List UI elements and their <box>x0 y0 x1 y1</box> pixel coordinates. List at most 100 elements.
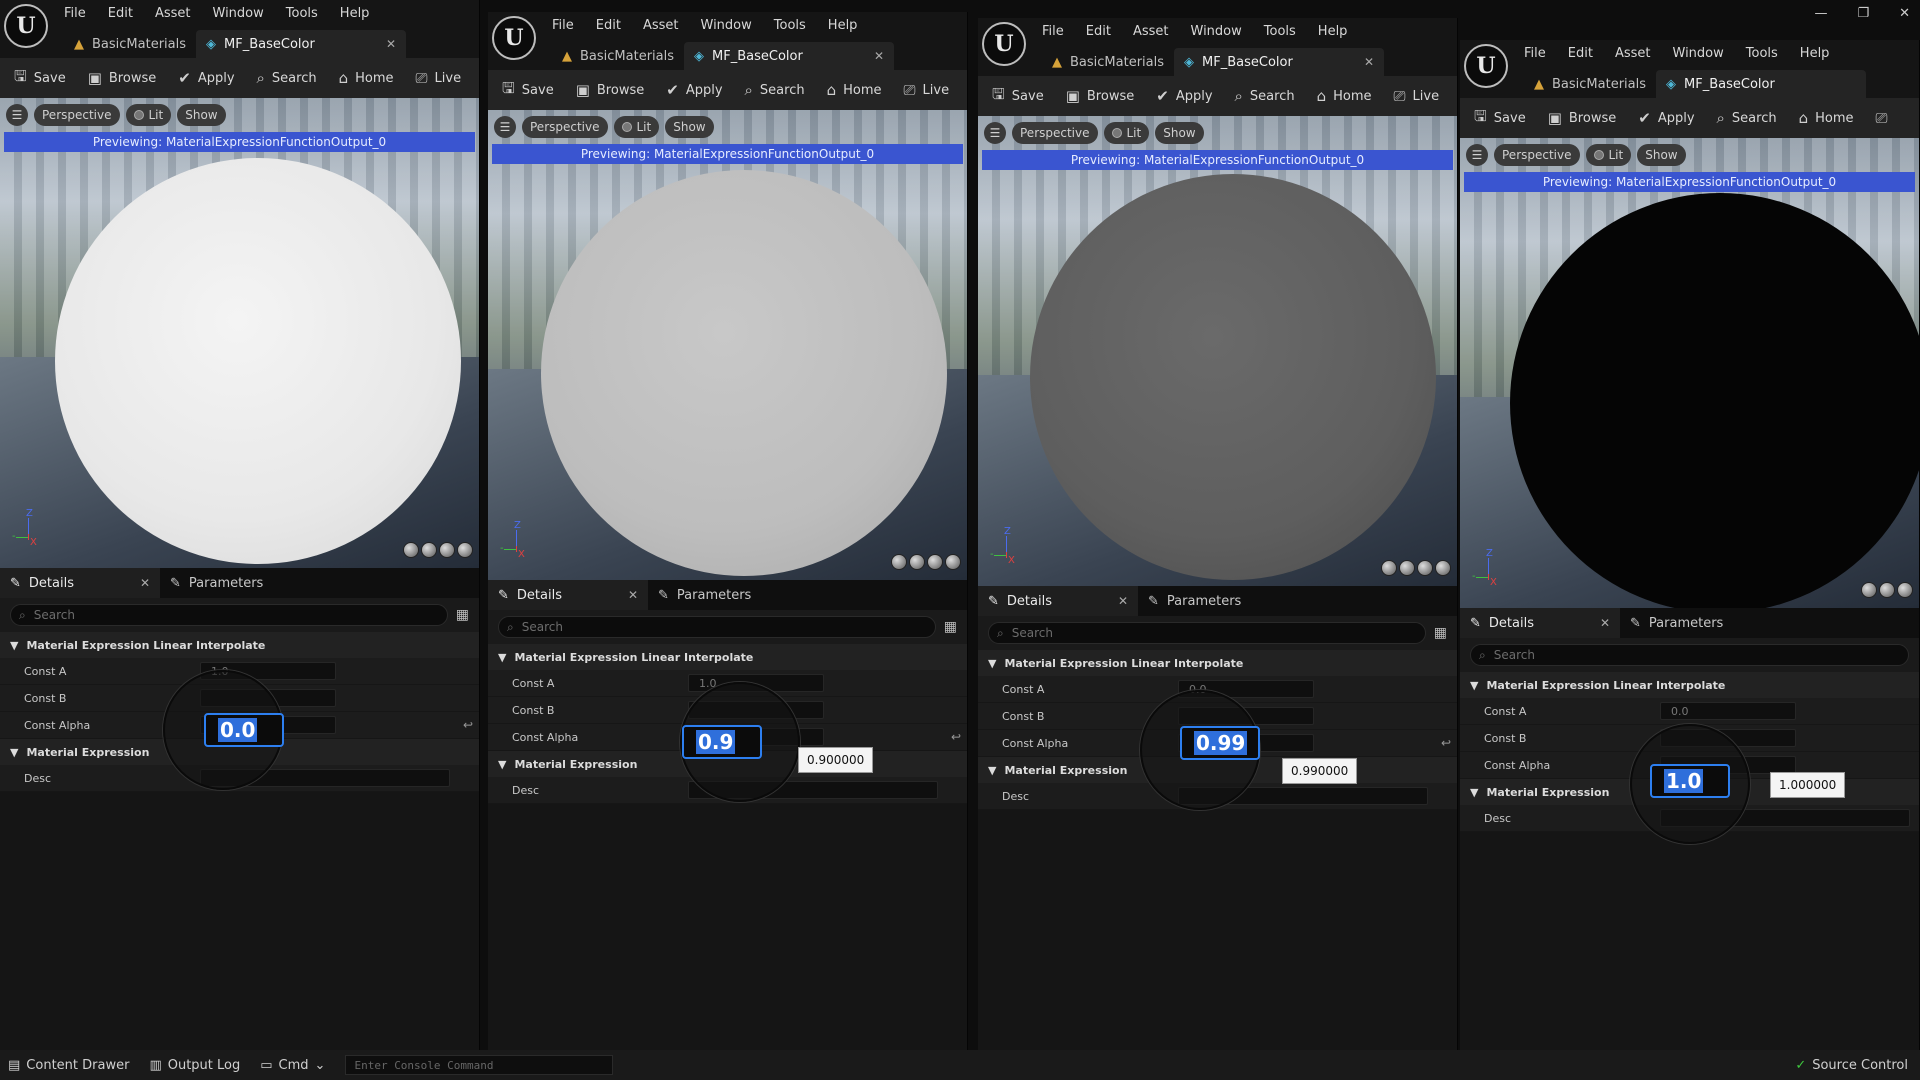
apply-button[interactable]: ✔ Apply <box>178 69 234 87</box>
home-button[interactable]: ⌂ Home <box>339 69 394 87</box>
menu-tools[interactable]: Tools <box>286 6 318 21</box>
search-button[interactable]: ⌕ Search <box>1235 87 1295 105</box>
reset-arrow-icon[interactable]: ↩ <box>1441 736 1451 750</box>
viewport-menu-button[interactable]: ☰ <box>494 116 516 138</box>
category-linear-interpolate[interactable]: ▼ Material Expression Linear Interpolate <box>0 632 479 658</box>
details-search-input[interactable]: ⌕ Search <box>1470 644 1909 666</box>
close-window-icon[interactable]: ✕ <box>1899 6 1910 21</box>
preview-mesh-buttons[interactable] <box>1861 582 1913 598</box>
close-icon[interactable]: ✕ <box>1600 616 1610 630</box>
preview-viewport[interactable]: ☰ Perspective Lit Show Previewing: Mater… <box>488 110 967 580</box>
live-button[interactable]: ⎚ <box>1876 109 1888 127</box>
reset-arrow-icon[interactable]: ↩ <box>951 730 961 744</box>
lit-button[interactable]: Lit <box>125 104 172 126</box>
plane-icon[interactable] <box>439 542 455 558</box>
details-search-input[interactable]: ⌕ Search <box>498 616 936 638</box>
cmd-dropdown[interactable]: ▭ Cmd ⌄ <box>260 1058 325 1073</box>
cube-icon[interactable] <box>457 542 473 558</box>
close-icon[interactable]: ✕ <box>628 588 638 602</box>
browse-button[interactable]: ▣ Browse <box>1548 109 1617 127</box>
preview-viewport[interactable]: ☰ Perspective Lit Show Previewing: Mater… <box>1460 138 1919 608</box>
tab-mf-basecolor[interactable]: ◈ MF_BaseColor <box>1656 70 1867 98</box>
reset-arrow-icon[interactable]: ↩ <box>463 718 473 732</box>
lit-button[interactable]: Lit <box>1585 144 1632 166</box>
tab-details[interactable]: ✎ Details ✕ <box>978 586 1138 616</box>
unreal-logo-icon[interactable]: U <box>4 4 48 48</box>
lit-button[interactable]: Lit <box>1103 122 1150 144</box>
restore-icon[interactable]: ❐ <box>1857 6 1869 21</box>
save-button[interactable]: 🖫 Save <box>992 84 1044 109</box>
live-button[interactable]: ⎚ Live <box>904 81 950 99</box>
tab-parameters[interactable]: ✎ Parameters <box>648 580 761 610</box>
tab-mf-basecolor[interactable]: ◈ MF_BaseColor ✕ <box>1174 48 1385 76</box>
live-button[interactable]: ⎚ Live <box>416 69 462 87</box>
cylinder-icon[interactable] <box>403 542 419 558</box>
perspective-button[interactable]: Perspective <box>522 116 608 138</box>
const-alpha-magnified-input[interactable]: 0.99 <box>1180 726 1260 760</box>
preview-viewport[interactable]: ☰ Perspective Lit Show Previewing: Mater… <box>0 98 479 568</box>
close-icon[interactable]: ✕ <box>386 37 396 51</box>
tab-parameters[interactable]: ✎ Parameters <box>1138 586 1251 616</box>
menu-window[interactable]: Window <box>701 18 752 33</box>
const-a-field[interactable]: 0.0 <box>1660 702 1796 720</box>
sphere-icon[interactable] <box>909 554 925 570</box>
close-icon[interactable]: ✕ <box>874 49 884 63</box>
search-button[interactable]: ⌕ Search <box>1717 109 1777 127</box>
plane-icon[interactable] <box>1417 560 1433 576</box>
show-button[interactable]: Show <box>1155 122 1204 144</box>
menu-file[interactable]: File <box>1042 24 1064 39</box>
details-search-input[interactable]: ⌕ Search <box>988 622 1426 644</box>
home-button[interactable]: ⌂ Home <box>1799 109 1854 127</box>
perspective-button[interactable]: Perspective <box>1012 122 1098 144</box>
const-alpha-magnified-input[interactable]: 1.0 <box>1650 764 1730 798</box>
tab-basic-materials[interactable]: ▲ BasicMaterials <box>1042 48 1174 76</box>
menu-window[interactable]: Window <box>213 6 264 21</box>
preview-mesh-buttons[interactable] <box>403 542 473 558</box>
cube-icon[interactable] <box>1435 560 1451 576</box>
unreal-logo-icon[interactable]: U <box>1464 44 1508 88</box>
apply-button[interactable]: ✔ Apply <box>666 81 722 99</box>
menu-tools[interactable]: Tools <box>1746 46 1778 61</box>
show-button[interactable]: Show <box>1637 144 1686 166</box>
save-button[interactable]: 🖫 Save <box>502 78 554 103</box>
save-button[interactable]: 🖫 Save <box>14 66 66 91</box>
tab-parameters[interactable]: ✎ Parameters <box>160 568 273 598</box>
menu-edit[interactable]: Edit <box>1568 46 1593 61</box>
tab-basic-materials[interactable]: ▲ BasicMaterials <box>64 30 196 58</box>
plane-icon[interactable] <box>1897 582 1913 598</box>
tab-mf-basecolor[interactable]: ◈ MF_BaseColor ✕ <box>684 42 895 70</box>
close-icon[interactable]: ✕ <box>1364 55 1374 69</box>
menu-help[interactable]: Help <box>828 18 858 33</box>
minimize-icon[interactable]: — <box>1814 6 1827 21</box>
menu-help[interactable]: Help <box>1800 46 1830 61</box>
perspective-button[interactable]: Perspective <box>34 104 120 126</box>
home-button[interactable]: ⌂ Home <box>1317 87 1372 105</box>
save-button[interactable]: 🖫 Save <box>1474 106 1526 131</box>
sphere-icon[interactable] <box>421 542 437 558</box>
show-button[interactable]: Show <box>177 104 226 126</box>
unreal-logo-icon[interactable]: U <box>982 22 1026 66</box>
preview-mesh-buttons[interactable] <box>1381 560 1451 576</box>
close-icon[interactable]: ✕ <box>1118 594 1128 608</box>
menu-tools[interactable]: Tools <box>1264 24 1296 39</box>
tab-parameters[interactable]: ✎ Parameters <box>1620 608 1733 638</box>
source-control-button[interactable]: ✓ Source Control <box>1795 1058 1908 1073</box>
menu-help[interactable]: Help <box>1318 24 1348 39</box>
tab-details[interactable]: ✎ Details ✕ <box>1460 608 1620 638</box>
menu-window[interactable]: Window <box>1673 46 1724 61</box>
table-view-icon[interactable]: ▦ <box>944 619 957 635</box>
tab-mf-basecolor[interactable]: ◈ MF_BaseColor ✕ <box>196 30 407 58</box>
viewport-menu-button[interactable]: ☰ <box>6 104 28 126</box>
cylinder-icon[interactable] <box>891 554 907 570</box>
output-log-button[interactable]: ▥ Output Log <box>149 1058 240 1073</box>
category-linear-interpolate[interactable]: ▼ Material Expression Linear Interpolate <box>488 644 967 670</box>
plane-icon[interactable] <box>927 554 943 570</box>
const-alpha-magnified-input[interactable]: 0.0 <box>204 713 284 747</box>
lit-button[interactable]: Lit <box>613 116 660 138</box>
apply-button[interactable]: ✔ Apply <box>1638 109 1694 127</box>
sphere-icon[interactable] <box>1879 582 1895 598</box>
tab-basic-materials[interactable]: ▲ BasicMaterials <box>552 42 684 70</box>
table-view-icon[interactable]: ▦ <box>1434 625 1447 641</box>
sphere-icon[interactable] <box>1399 560 1415 576</box>
perspective-button[interactable]: Perspective <box>1494 144 1580 166</box>
